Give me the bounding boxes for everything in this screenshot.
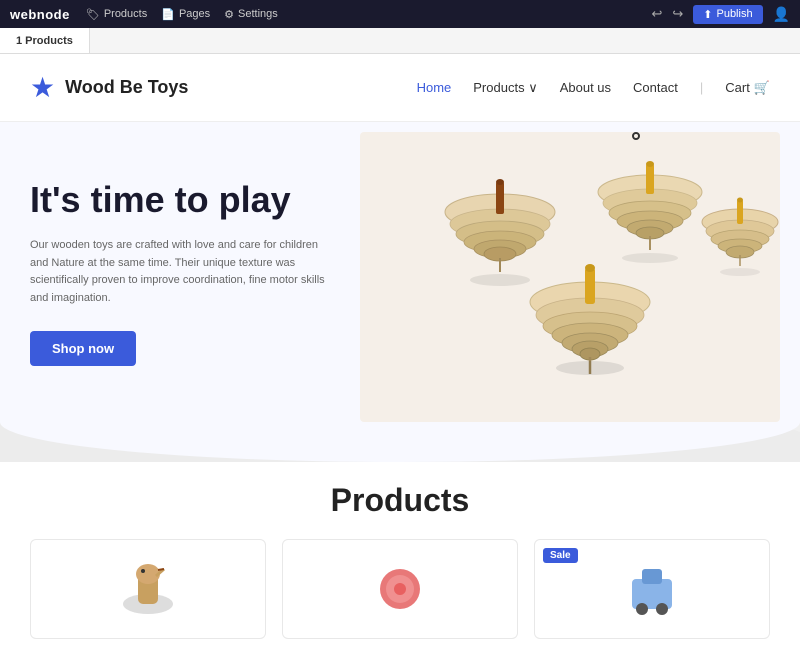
product-card-1[interactable] [30,539,266,639]
site-nav-links: Home Products ∨ About us Contact | Cart … [417,80,770,96]
tag-icon: 🏷 [86,8,100,21]
user-avatar[interactable]: 👤 [773,6,790,23]
chevron-down-icon: ∨ [528,80,538,95]
products-grid: Sale [30,539,770,639]
hero-section: It's time to play Our wooden toys are cr… [0,122,800,422]
hero-title: It's time to play [30,178,330,221]
shop-now-button[interactable]: Shop now [30,331,136,366]
sale-badge: Sale [543,548,578,563]
product-card-3[interactable]: Sale [534,539,770,639]
webnode-logo: webnode [10,7,70,22]
tab-products[interactable]: 1 Products [0,28,90,53]
toolbar: webnode 🏷 Products 📄 Pages ⚙ Settings ↩ … [0,0,800,28]
products-section: Products Sale [0,462,800,649]
toolbar-nav-pages[interactable]: 📄 Pages [161,8,210,21]
product-card-2[interactable] [282,539,518,639]
toolbar-nav: 🏷 Products 📄 Pages ⚙ Settings [86,8,278,21]
settings-icon: ⚙ [224,8,234,21]
undo-button[interactable]: ↩ [651,6,662,22]
cart-icon: 🛒 [754,80,770,96]
upload-icon: ⬆ [703,8,712,21]
toolbar-right: ↩ ↪ ⬆ Publish 👤 [651,5,790,24]
star-icon: ★ [30,71,55,104]
nav-divider: | [700,80,703,95]
wave-divider [0,422,800,462]
nav-cart[interactable]: Cart 🛒 [725,80,770,96]
nav-home[interactable]: Home [417,80,452,95]
pages-icon: 📄 [161,8,175,21]
tabbar: 1 Products [0,28,800,54]
product-image-2 [360,554,440,624]
products-heading: Products [30,482,770,519]
site-nav: ★ Wood Be Toys Home Products ∨ About us … [0,54,800,122]
site-name: Wood Be Toys [65,77,188,98]
product-image-3 [612,554,692,624]
product-image-1 [108,554,188,624]
hero-content: It's time to play Our wooden toys are cr… [30,178,330,367]
toolbar-nav-settings[interactable]: ⚙ Settings [224,8,278,21]
hero-image [360,132,780,422]
nav-about[interactable]: About us [560,80,611,95]
nav-contact[interactable]: Contact [633,80,678,95]
nav-products[interactable]: Products ∨ [473,80,537,96]
hero-description: Our wooden toys are crafted with love an… [30,237,330,307]
toolbar-nav-products[interactable]: 🏷 Products [86,8,147,21]
redo-button[interactable]: ↪ [672,6,683,22]
site-logo: ★ Wood Be Toys [30,71,188,104]
publish-button[interactable]: ⬆ Publish [693,5,762,24]
spinning-tops-illustration [360,132,780,422]
